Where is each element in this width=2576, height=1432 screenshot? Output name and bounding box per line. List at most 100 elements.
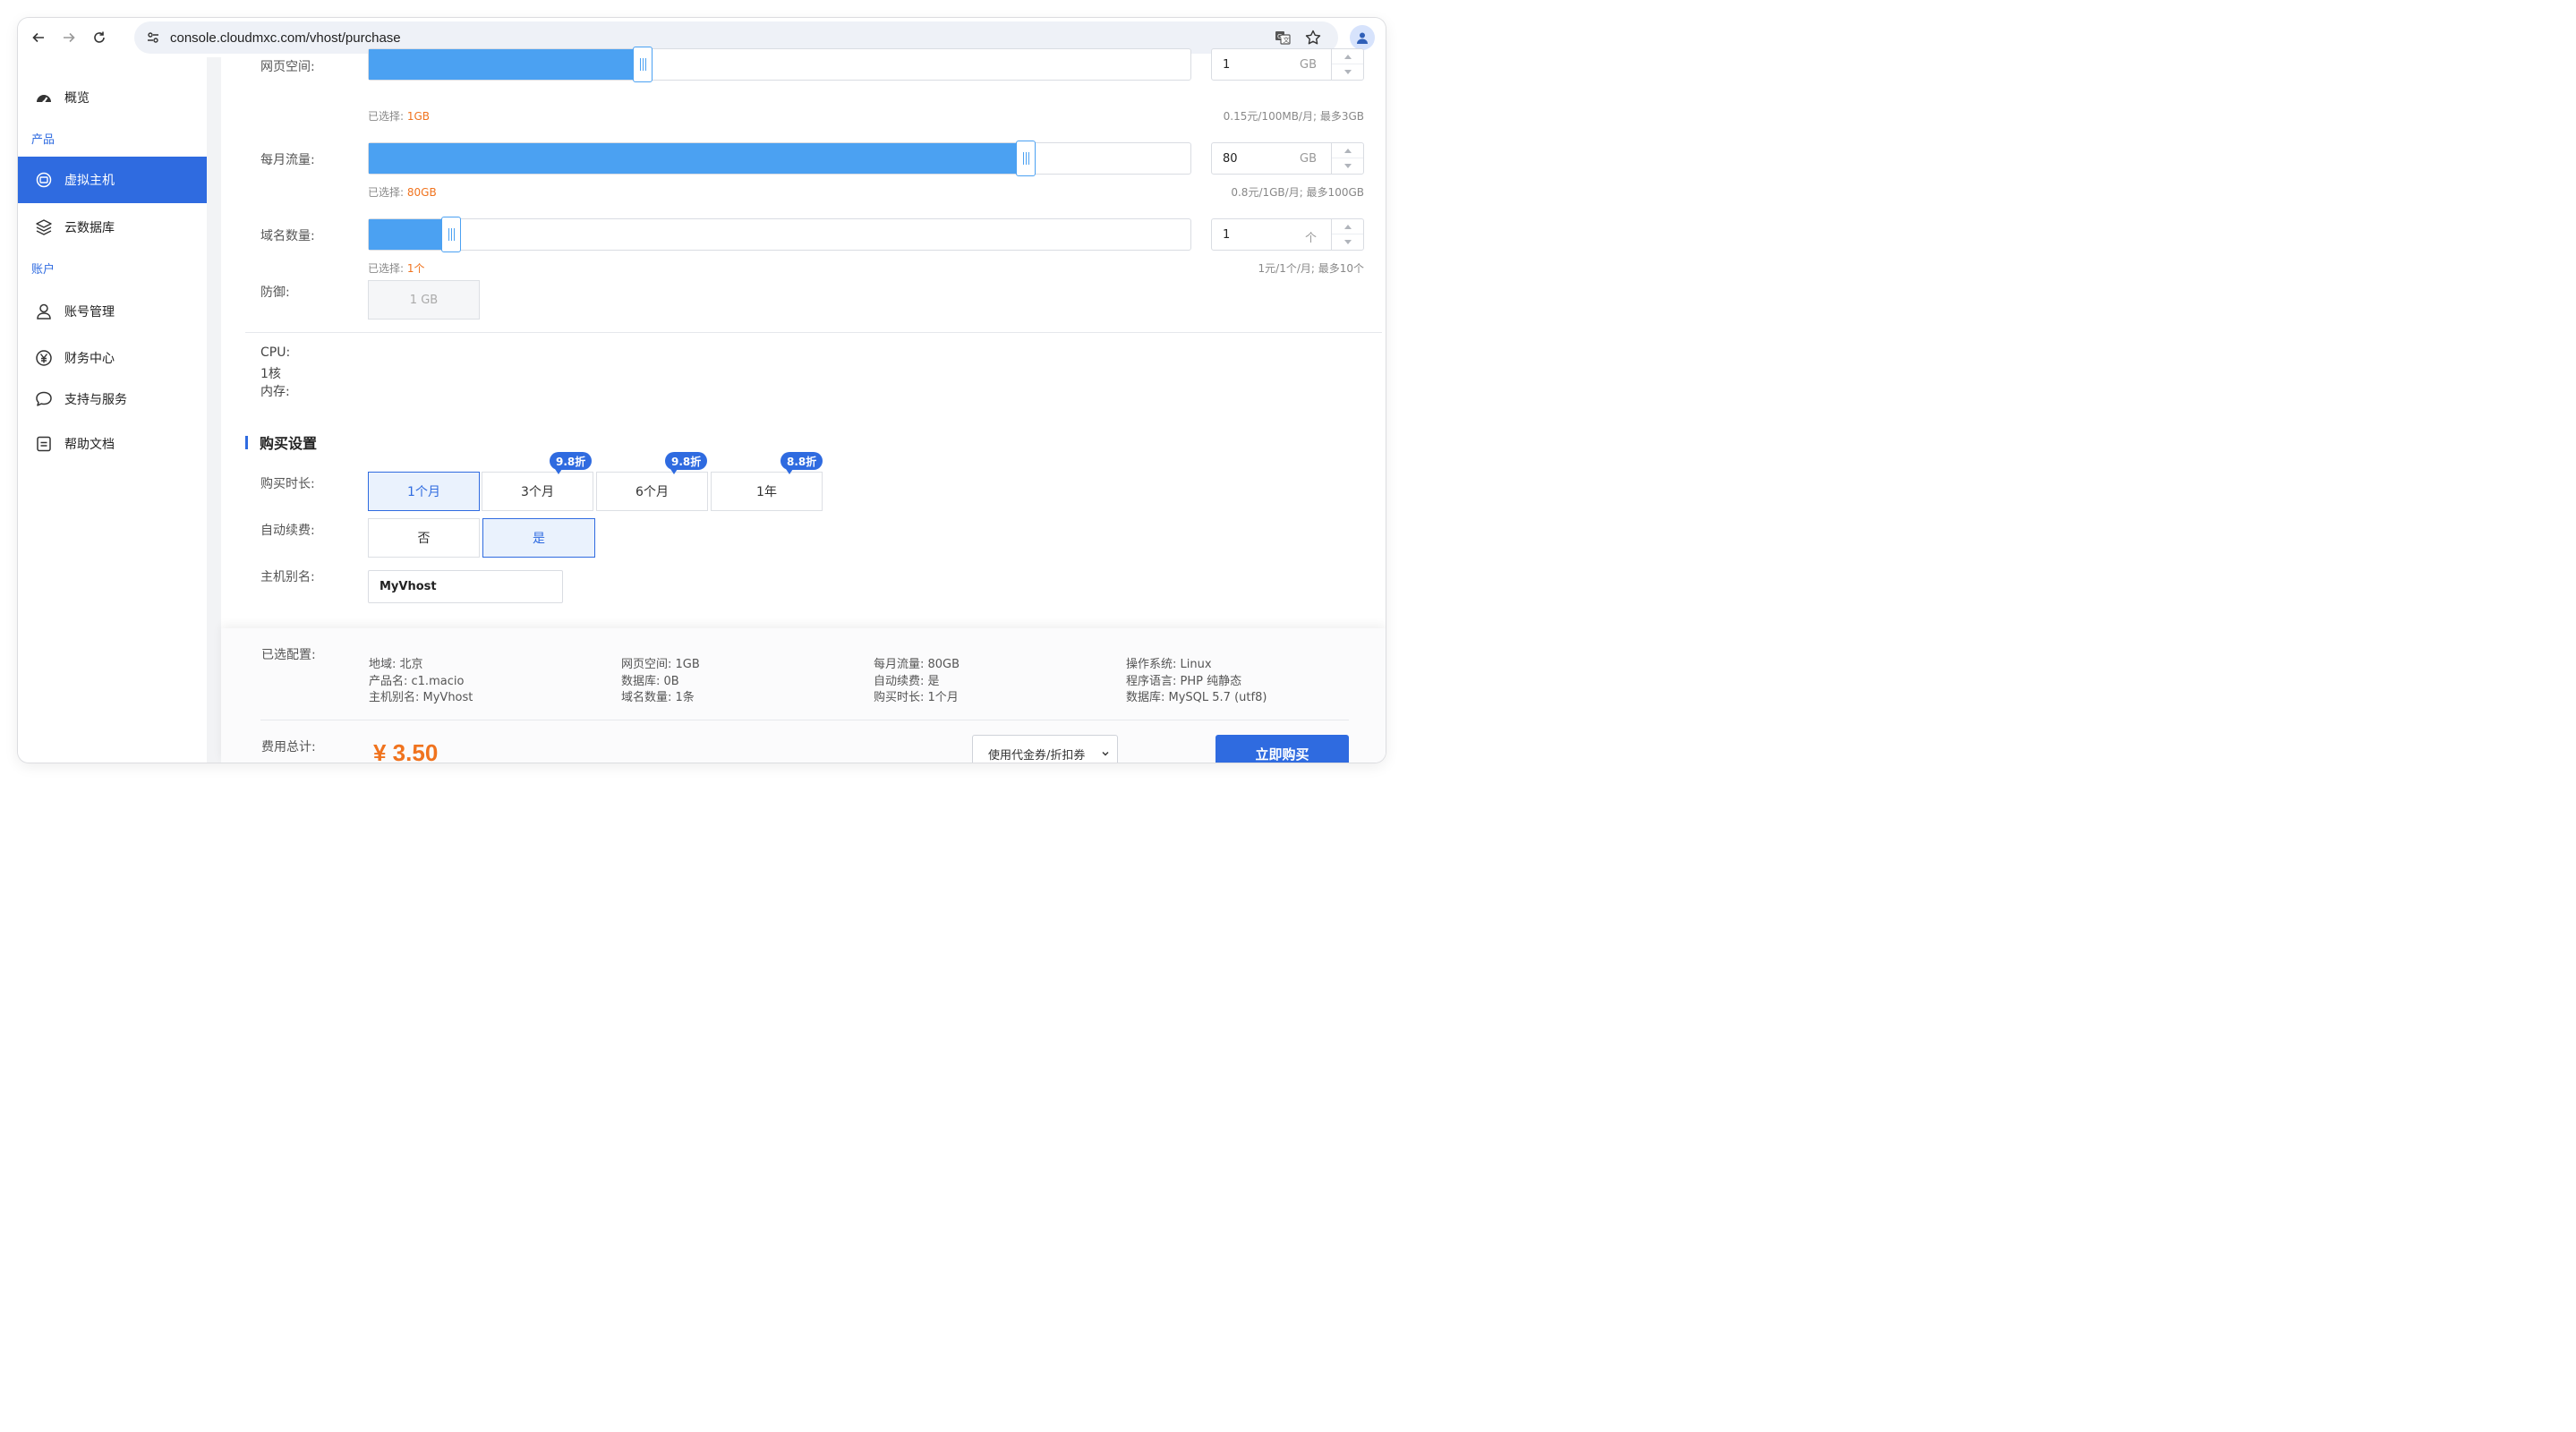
alias-label: 主机别名: xyxy=(260,570,315,584)
auto-renew-label: 自动续费: xyxy=(260,524,315,538)
sidebar-item-help-docs[interactable]: 帮助文档 xyxy=(18,423,207,465)
sidebar-item-label: 财务中心 xyxy=(64,352,115,366)
alias-input[interactable]: MyVhost xyxy=(368,570,563,603)
url-text: console.cloudmxc.com/vhost/purchase xyxy=(170,30,401,46)
summary-col-3: 每月流量: 80GB 自动续费: 是 购买时长: 1个月 xyxy=(874,657,960,707)
sidebar-group-products: 产品 xyxy=(31,133,55,147)
domains-selected: 已选择: 1个 xyxy=(368,262,425,275)
slider-fill xyxy=(369,143,1026,174)
web-space-label: 网页空间: xyxy=(260,60,315,74)
sidebar-item-cloud-db[interactable]: 云数据库 xyxy=(18,207,207,248)
stepper-up-icon[interactable] xyxy=(1332,49,1363,64)
summary-item: 域名数量: 1条 xyxy=(621,691,695,704)
defense-label: 防御: xyxy=(260,286,290,300)
auto-renew-no[interactable]: 否 xyxy=(368,518,480,558)
summary-item: 数据库: MySQL 5.7 (utf8) xyxy=(1126,691,1267,704)
reload-icon[interactable] xyxy=(84,22,115,53)
summary-item: 操作系统: Linux xyxy=(1126,658,1212,671)
domains-slider[interactable] xyxy=(368,217,1191,252)
stepper-down-icon[interactable] xyxy=(1332,158,1363,174)
bookmark-star-icon[interactable] xyxy=(1304,29,1322,47)
sidebar-item-label: 帮助文档 xyxy=(64,438,115,452)
stepper-down-icon[interactable] xyxy=(1332,64,1363,80)
sidebar-item-label: 概览 xyxy=(64,91,90,106)
cloud-host-icon xyxy=(34,170,54,190)
slider-handle[interactable] xyxy=(1016,141,1036,176)
duration-label: 购买时长: xyxy=(260,477,315,491)
summary-item: 自动续费: 是 xyxy=(874,674,940,688)
buy-now-button[interactable]: 立即购买 xyxy=(1215,735,1349,763)
sidebar-item-virtual-host[interactable]: 虚拟主机 xyxy=(18,157,207,203)
sidebar-item-label: 虚拟主机 xyxy=(64,174,115,188)
dashboard-icon xyxy=(34,88,54,107)
back-icon[interactable] xyxy=(23,22,54,53)
summary-label: 已选配置: xyxy=(261,648,316,662)
browser-window: console.cloudmxc.com/vhost/purchase G文 概… xyxy=(18,18,1386,763)
discount-badge: 9.8折 xyxy=(665,452,708,474)
stepper-value[interactable]: 80 xyxy=(1223,152,1238,166)
stepper-unit: GB xyxy=(1300,58,1317,72)
sidebar-group-account: 账户 xyxy=(31,263,55,277)
traffic-hint: 0.8元/1GB/月; 最多100GB xyxy=(1231,186,1364,199)
sidebar-item-label: 云数据库 xyxy=(64,221,115,235)
domains-label: 域名数量: xyxy=(260,229,315,243)
sidebar-item-overview[interactable]: 概览 xyxy=(18,77,207,118)
coupon-select-label: 使用代金券/折扣券 xyxy=(988,748,1086,763)
total-label: 费用总计: xyxy=(261,740,316,754)
summary-col-2: 网页空间: 1GB 数据库: 0B 域名数量: 1条 xyxy=(621,657,700,707)
traffic-slider[interactable] xyxy=(368,141,1191,176)
summary-item: 程序语言: PHP 纯静态 xyxy=(1126,674,1242,688)
user-icon xyxy=(34,302,54,321)
domains-hint: 1元/1个/月; 最多10个 xyxy=(1258,262,1364,275)
summary-item: 数据库: 0B xyxy=(621,674,679,688)
domains-stepper[interactable]: 1 个 xyxy=(1211,218,1364,251)
translate-icon[interactable]: G文 xyxy=(1274,29,1292,47)
auto-renew-yes[interactable]: 是 xyxy=(482,518,595,558)
main-content: 网页空间: 已选择: 1GB 1 GB 0.15元/100MB/月; 最多3GB… xyxy=(221,47,1386,763)
summary-item: 地域: 北京 xyxy=(369,658,423,671)
sidebar-item-finance[interactable]: 财务中心 xyxy=(18,337,207,379)
discount-badge: 9.8折 xyxy=(550,452,593,474)
sidebar-item-account-mgmt[interactable]: 账号管理 xyxy=(18,291,207,332)
slider-handle[interactable] xyxy=(441,217,461,252)
summary-item: 每月流量: 80GB xyxy=(874,658,960,671)
web-space-slider[interactable] xyxy=(368,47,1191,82)
stepper-value[interactable]: 1 xyxy=(1223,228,1230,242)
sidebar-item-label: 账号管理 xyxy=(64,305,115,320)
traffic-selected: 已选择: 80GB xyxy=(368,186,437,199)
summary-item: 网页空间: 1GB xyxy=(621,658,700,671)
summary-col-4: 操作系统: Linux 程序语言: PHP 纯静态 数据库: MySQL 5.7… xyxy=(1126,657,1267,707)
site-settings-icon[interactable] xyxy=(145,30,161,46)
sidebar-item-label: 支持与服务 xyxy=(64,393,127,407)
stepper-up-icon[interactable] xyxy=(1332,143,1363,158)
chevron-down-icon xyxy=(1101,748,1110,762)
duration-option-3m[interactable]: 3个月 xyxy=(482,472,593,511)
chat-bubble-icon xyxy=(34,389,54,409)
forward-icon[interactable] xyxy=(54,22,84,53)
coupon-select[interactable]: 使用代金券/折扣券 xyxy=(972,735,1118,763)
slider-handle[interactable] xyxy=(633,47,653,82)
stepper-down-icon[interactable] xyxy=(1332,234,1363,250)
defense-value-box: 1 GB xyxy=(368,280,480,320)
svg-text:文: 文 xyxy=(1284,36,1290,44)
duration-option-1m[interactable]: 1个月 xyxy=(368,472,480,511)
summary-item: 主机别名: MyVhost xyxy=(369,691,473,704)
svg-text:G: G xyxy=(1277,33,1282,40)
duration-option-6m[interactable]: 6个月 xyxy=(596,472,708,511)
summary-item: 购买时长: 1个月 xyxy=(874,691,959,704)
stepper-unit: GB xyxy=(1300,152,1317,166)
layers-icon xyxy=(34,217,54,237)
sidebar-item-support[interactable]: 支持与服务 xyxy=(18,379,207,420)
stepper-unit: 个 xyxy=(1304,232,1317,245)
web-space-stepper[interactable]: 1 GB xyxy=(1211,48,1364,81)
memory-label: 内存: xyxy=(260,385,290,399)
summary-col-1: 地域: 北京 产品名: c1.macio 主机别名: MyVhost xyxy=(369,657,473,707)
profile-avatar-icon[interactable] xyxy=(1350,25,1375,50)
duration-option-1y[interactable]: 1年 xyxy=(711,472,823,511)
discount-badge: 8.8折 xyxy=(780,452,823,474)
traffic-stepper[interactable]: 80 GB xyxy=(1211,142,1364,175)
stepper-value[interactable]: 1 xyxy=(1223,58,1230,72)
traffic-label: 每月流量: xyxy=(260,153,315,167)
stepper-up-icon[interactable] xyxy=(1332,219,1363,234)
document-icon xyxy=(34,434,54,454)
